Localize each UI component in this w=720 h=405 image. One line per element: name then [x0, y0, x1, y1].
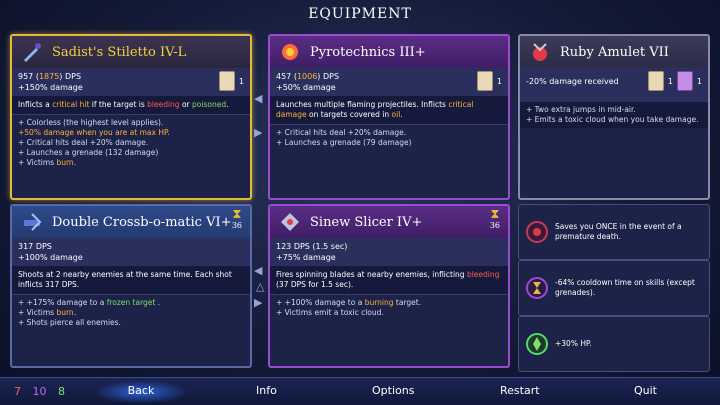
skill-slot-1[interactable]: Double Crossb-o-matic VI+ ⧗ 36 317 DPS +1… [10, 204, 252, 368]
weapon-2-description: Launches multiple flaming projectiles. I… [270, 96, 508, 124]
weapon-1-description: Inflicts a critical hit if the target is… [12, 96, 250, 114]
mutation-1-text: Saves you ONCE in the event of a prematu… [555, 222, 682, 241]
mutation-3-text: +30% HP. [555, 339, 592, 348]
swap-left-arrow-icon[interactable]: ◀ [254, 92, 262, 105]
page-title: EQUIPMENT [308, 6, 412, 22]
mutation-3[interactable]: +30% HP. [518, 316, 710, 372]
weapon-1-header: Sadist's Stiletto IV-L [12, 36, 250, 68]
brutality-scroll-icon [647, 71, 664, 91]
weapon-2-header: Pyrotechnics III+ [270, 36, 508, 68]
options-button[interactable]: Options [372, 384, 414, 397]
skill-1-header: Double Crossb-o-matic VI+ ⧗ 36 [12, 206, 250, 238]
hourglass-mutation-icon [526, 277, 548, 299]
scroll-counts: 7 10 8 [14, 385, 65, 398]
pyrotechnics-icon [276, 38, 304, 66]
tactics-scroll-icon [676, 71, 693, 91]
weapon-1-modifiers: + Colorless (the highest level applies).… [12, 114, 250, 171]
tactics-count: 10 [32, 385, 47, 398]
weapon-slot-1[interactable]: Sadist's Stiletto IV-L 957 (1875) DPS +1… [10, 34, 252, 200]
weapon-slot-2[interactable]: Pyrotechnics III+ 457 (1006) DPS +50% da… [268, 34, 510, 200]
amulet-icon [526, 38, 554, 66]
skill-slot-2[interactable]: Sinew Slicer IV+ ⧗ 36 123 DPS (1.5 sec) +… [268, 204, 510, 368]
skill-1-name: Double Crossb-o-matic VI+ [52, 214, 232, 230]
restart-button[interactable]: Restart [500, 384, 540, 397]
brutality-scroll-icon [218, 71, 235, 91]
quit-button[interactable]: Quit [634, 384, 657, 397]
crossbow-turret-icon [18, 208, 46, 236]
weapon-1-stats: 957 (1875) DPS +150% damage 1 [12, 68, 250, 96]
skill-2-modifiers: + +100% damage to a burning target. + Vi… [270, 294, 508, 321]
skill-1-modifiers: + +175% damage to a frozen target . + Vi… [12, 294, 250, 331]
amulet-header: Ruby Amulet VII [520, 36, 708, 68]
weapon-2-modifiers: + Critical hits deal +20% damage. + Laun… [270, 124, 508, 151]
swap-right-arrow-icon[interactable]: ▶ [254, 296, 262, 309]
amulet-name: Ruby Amulet VII [560, 44, 669, 60]
brutality-scroll-icon [476, 71, 493, 91]
cooldown-hourglass-icon: ⧗ 36 [231, 207, 242, 230]
amulet-slot[interactable]: Ruby Amulet VII -20% damage received 1 1… [518, 34, 710, 200]
weapon-2-stats: 457 (1006) DPS +50% damage 1 [270, 68, 508, 96]
back-button[interactable]: Back [96, 381, 186, 403]
sinew-slicer-icon [276, 208, 304, 236]
swap-right-arrow-icon[interactable]: ▶ [254, 126, 262, 139]
amulet-modifiers: + Two extra jumps in mid-air. + Emits a … [520, 102, 708, 128]
amulet-stats: -20% damage received 1 1 [520, 68, 708, 102]
bottom-menu-bar: 7 10 8 Back Info Options Restart Quit [0, 377, 720, 405]
brutality-count: 7 [14, 385, 21, 398]
survival-count: 8 [58, 385, 65, 398]
vitality-mutation-icon [526, 333, 548, 355]
skill-2-stats: 123 DPS (1.5 sec) +75% damage [270, 238, 508, 266]
cooldown-hourglass-icon: ⧗ 36 [489, 207, 500, 230]
info-button[interactable]: Info [256, 384, 277, 397]
mutation-2[interactable]: -64% cooldown time on skills (except gre… [518, 260, 710, 316]
skill-1-description: Shoots at 2 nearby enemies at the same t… [12, 266, 250, 294]
weapon-2-name: Pyrotechnics III+ [310, 44, 426, 60]
skill-1-stats: 317 DPS +100% damage [12, 238, 250, 266]
skill-2-description: Fires spinning blades at nearby enemies,… [270, 266, 508, 294]
mutation-2-text: -64% cooldown time on skills (except gre… [555, 278, 695, 297]
dagger-icon [18, 38, 46, 66]
skill-2-name: Sinew Slicer IV+ [310, 214, 423, 230]
swap-left-arrow-icon[interactable]: ◀ [254, 264, 262, 277]
mutation-1[interactable]: Saves you ONCE in the event of a prematu… [518, 204, 710, 260]
weapon-1-name: Sadist's Stiletto IV-L [52, 44, 187, 60]
skill-2-header: Sinew Slicer IV+ ⧗ 36 [270, 206, 508, 238]
triangle-icon: △ [256, 280, 265, 293]
necromancy-mutation-icon [526, 221, 548, 243]
